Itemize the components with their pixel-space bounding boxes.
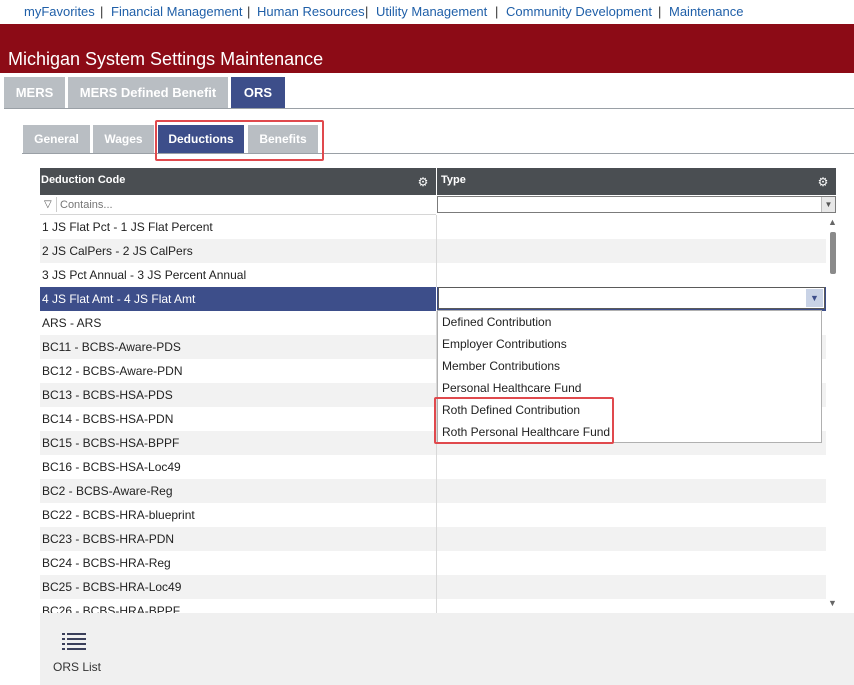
type-filter-select[interactable]: ▼ [437,196,836,213]
nav-link-myfavorites[interactable]: myFavorites [24,4,95,19]
list-icon[interactable] [62,633,86,651]
column-header-label: Type [441,174,466,186]
column-divider [436,287,437,311]
deduction-code-cell: 4 JS Flat Amt - 4 JS Flat Amt [42,292,196,306]
deduction-code-cell: 3 JS Pct Annual - 3 JS Percent Annual [42,268,247,282]
deduction-code-cell: 2 JS CalPers - 2 JS CalPers [42,244,193,258]
tab-mers[interactable]: MERS [4,77,65,108]
deduction-code-cell: BC15 - BCBS-HSA-BPPF [42,436,180,450]
chevron-down-icon[interactable]: ▼ [806,289,823,307]
highlight-box-roth-options [434,397,614,444]
column-divider [436,215,437,239]
column-divider [436,479,437,503]
tab-mers-defined-benefit[interactable]: MERS Defined Benefit [68,77,228,108]
scroll-up-icon[interactable]: ▲ [828,217,837,227]
nav-separator: | [658,4,662,19]
nav-link-utility-management[interactable]: Utility Management [376,4,487,19]
nav-link-community-development[interactable]: Community Development [506,4,652,19]
ors-list-button-label[interactable]: ORS List [53,660,101,674]
deduction-code-cell: BC22 - BCBS-HRA-blueprint [42,508,195,522]
column-divider [436,551,437,575]
column-divider [436,575,437,599]
footer-toolbar: ORS List [40,613,854,685]
deduction-code-filter-input[interactable] [56,197,431,212]
gear-icon[interactable]: ⚙ [817,176,829,188]
nav-link-financial-management[interactable]: Financial Management [111,4,243,19]
column-divider [436,527,437,551]
table-row[interactable]: BC25 - BCBS-HRA-Loc49 [40,575,826,599]
nav-link-human-resources[interactable]: Human Resources [257,4,365,19]
column-header-label: Deduction Code [41,174,126,186]
table-row[interactable]: 2 JS CalPers - 2 JS CalPers [40,239,826,263]
tab-wages[interactable]: Wages [93,125,154,153]
table-row[interactable]: BC26 - BCBS-HRA-BPPF [40,599,826,613]
column-divider [436,455,437,479]
deduction-code-cell: ARS - ARS [42,316,102,330]
highlight-box-tabs [155,120,324,161]
deduction-code-cell: BC26 - BCBS-HRA-BPPF [42,604,181,613]
page-banner: Michigan System Settings Maintenance [0,24,854,73]
scroll-thumb[interactable] [830,232,836,274]
deduction-code-cell: BC25 - BCBS-HRA-Loc49 [42,580,182,594]
dropdown-option-member-contributions[interactable]: Member Contributions [442,359,560,373]
deduction-code-cell: BC11 - BCBS-Aware-PDS [42,340,181,354]
dropdown-option-defined-contribution[interactable]: Defined Contribution [442,315,551,329]
nav-separator: | [100,4,104,19]
dropdown-option-employer-contributions[interactable]: Employer Contributions [442,337,567,351]
column-divider [436,503,437,527]
filter-icon[interactable]: ▽ [44,199,52,210]
deduction-code-cell: BC12 - BCBS-Aware-PDN [42,364,183,378]
table-row[interactable]: BC16 - BCBS-HSA-Loc49 [40,455,826,479]
page-title: Michigan System Settings Maintenance [8,49,324,69]
grid-scrollbar[interactable]: ▲ ▼ [826,215,840,613]
tab-divider [22,153,854,154]
column-divider [436,263,437,287]
top-navigation: myFavorites | Financial Management | Hum… [0,0,854,24]
filter-row: ▽ [40,195,436,215]
table-row[interactable]: BC23 - BCBS-HRA-PDN [40,527,826,551]
column-divider [436,599,437,613]
tab-divider [4,108,854,109]
deduction-code-cell: BC24 - BCBS-HRA-Reg [42,556,171,570]
deduction-code-cell: BC23 - BCBS-HRA-PDN [42,532,175,546]
deduction-code-cell: BC16 - BCBS-HSA-Loc49 [42,460,181,474]
table-row[interactable]: 3 JS Pct Annual - 3 JS Percent Annual [40,263,826,287]
table-row[interactable]: BC2 - BCBS-Aware-Reg [40,479,826,503]
column-header-type[interactable]: Type ⚙ [437,168,836,195]
nav-separator: | [247,4,251,19]
deduction-code-cell: BC13 - BCBS-HSA-PDS [42,388,173,402]
dropdown-option-personal-healthcare-fund[interactable]: Personal Healthcare Fund [442,381,581,395]
table-row[interactable]: 1 JS Flat Pct - 1 JS Flat Percent [40,215,826,239]
gear-icon[interactable]: ⚙ [417,176,429,188]
tab-ors[interactable]: ORS [231,77,285,108]
table-row[interactable]: BC22 - BCBS-HRA-blueprint [40,503,826,527]
deduction-code-cell: BC14 - BCBS-HSA-PDN [42,412,174,426]
nav-separator: | [365,4,369,19]
deduction-code-cell: 1 JS Flat Pct - 1 JS Flat Percent [42,220,213,234]
chevron-down-icon[interactable]: ▼ [821,197,835,212]
deduction-code-cell: BC2 - BCBS-Aware-Reg [42,484,173,498]
nav-separator: | [495,4,499,19]
nav-link-maintenance[interactable]: Maintenance [669,4,743,19]
table-row[interactable]: BC24 - BCBS-HRA-Reg [40,551,826,575]
column-divider [436,239,437,263]
type-select-input[interactable]: ▼ [438,287,825,309]
scroll-down-icon[interactable]: ▼ [828,598,837,608]
tab-general[interactable]: General [23,125,90,153]
column-header-deduction-code[interactable]: Deduction Code ⚙ [40,168,436,195]
